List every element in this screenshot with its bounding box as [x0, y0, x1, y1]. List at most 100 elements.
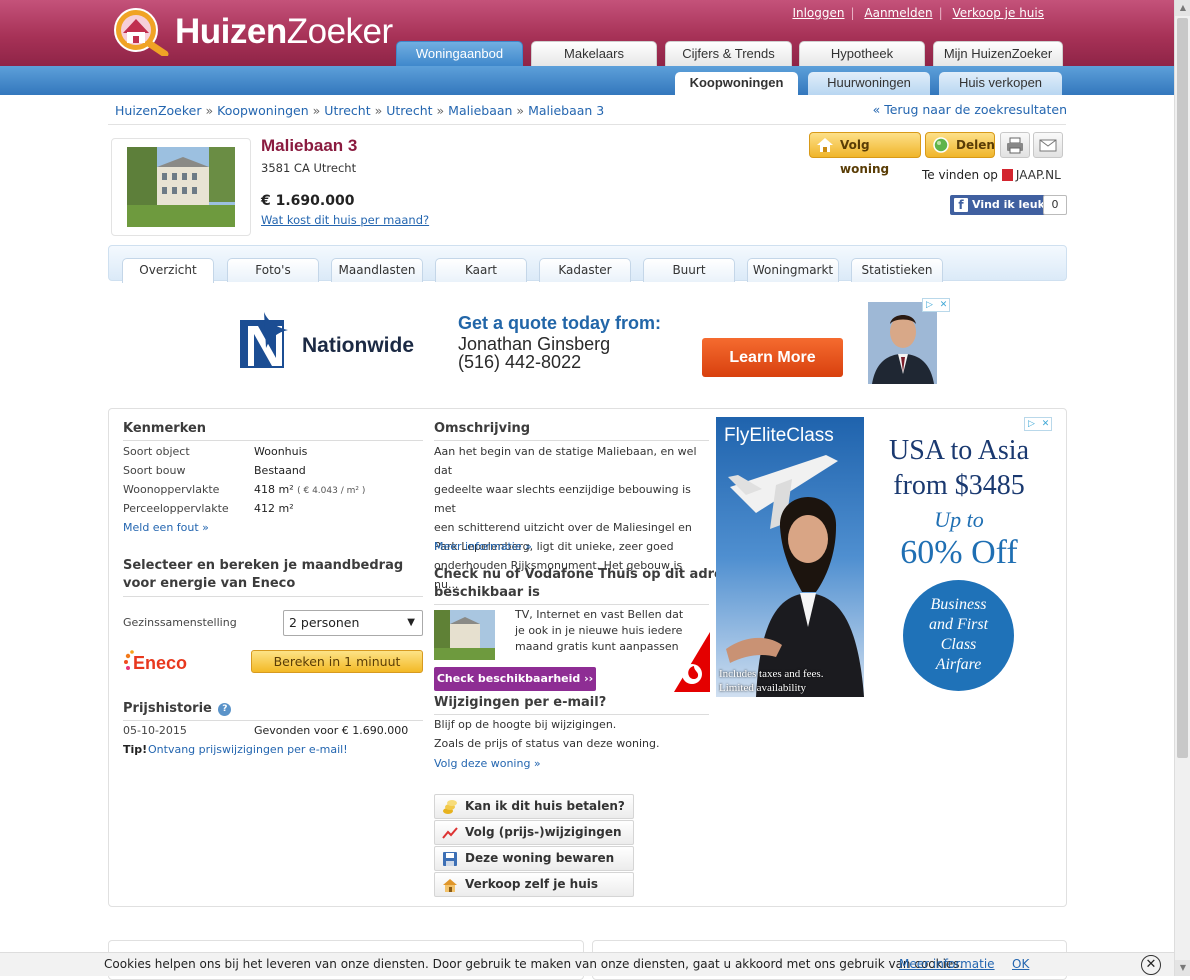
description-title: Omschrijving: [434, 421, 531, 436]
tab-mijn-huizenzoeker[interactable]: Mijn HuizenZoeker: [933, 41, 1063, 66]
tab-woningmarkt[interactable]: Woningmarkt: [747, 258, 839, 282]
breadcrumb-item[interactable]: Maliebaan: [448, 103, 512, 118]
sell-yourself-button[interactable]: Verkoop zelf je huis: [434, 872, 634, 897]
history-event: Gevonden voor € 1.690.000: [254, 724, 409, 737]
vertical-scrollbar[interactable]: ▲ ▼: [1174, 0, 1190, 976]
scrollbar-thumb[interactable]: [1177, 18, 1188, 758]
jaap-link[interactable]: JAAP.NL: [1016, 168, 1061, 182]
ad-choices-icon[interactable]: ▷: [1025, 418, 1038, 431]
tab-koopwoningen[interactable]: Koopwoningen: [675, 72, 798, 95]
more-info-link[interactable]: Meer informatie »: [434, 540, 532, 553]
cookie-ok-link[interactable]: OK: [1012, 953, 1029, 975]
site-header: HuizenZoeker Inloggen | Aanmelden | Verkoo…: [0, 0, 1174, 66]
household-select[interactable]: 2 personen ▼: [283, 610, 423, 636]
scroll-up-arrow-icon[interactable]: ▲: [1175, 0, 1190, 16]
advertisement-banner[interactable]: Nationwide Get a quote today from: Jonat…: [222, 298, 951, 388]
agent-portrait: [868, 302, 937, 384]
tab-woningaanbod[interactable]: Woningaanbod: [396, 41, 523, 66]
divider: [108, 124, 1066, 125]
cookie-message: Cookies helpen ons bij het leveren van o…: [104, 957, 964, 971]
kenmerk-value: 412 m²: [254, 502, 294, 515]
tab-kadaster[interactable]: Kadaster: [539, 258, 631, 282]
price-alert-link[interactable]: Ontvang prijswijzigingen per e-mail!: [148, 743, 348, 756]
flyeliteclass-logo: FlyEliteClass: [724, 425, 834, 446]
ad-close-icon[interactable]: ✕: [937, 299, 950, 312]
household-label: Gezinssamenstelling: [123, 616, 237, 629]
flyeliteclass-ad[interactable]: FlyEliteClass USA to Asia from $3485 Up t…: [716, 417, 1053, 697]
scroll-down-arrow-icon[interactable]: ▼: [1175, 960, 1190, 976]
kenmerk-label: Woonoppervlakte: [123, 483, 220, 496]
dropdown-arrow-icon: ▼: [407, 617, 415, 628]
share-button[interactable]: Delen: [925, 132, 995, 158]
vodafone-text: TV, Internet en vast Bellen dat je ook in…: [515, 608, 684, 653]
divider: [434, 440, 709, 441]
tab-makelaars[interactable]: Makelaars: [531, 41, 657, 66]
breadcrumb-item[interactable]: Utrecht: [386, 103, 432, 118]
site-logo[interactable]: HuizenZoeker: [113, 4, 393, 56]
household-select-value: 2 personen: [289, 615, 360, 630]
tab-buurt[interactable]: Buurt: [643, 258, 735, 282]
follow-property-button[interactable]: Volg woning: [809, 132, 921, 176]
facebook-icon: f: [954, 198, 968, 212]
print-button[interactable]: [1000, 132, 1030, 158]
found-on: Te vinden op JAAP.NL: [922, 168, 1061, 182]
kenmerk-label: Soort bouw: [123, 464, 186, 477]
tab-kaart[interactable]: Kaart: [435, 258, 527, 282]
facebook-like-button[interactable]: f Vind ik leuk: [950, 195, 1050, 215]
email-button[interactable]: [1033, 132, 1063, 158]
follow-changes-button[interactable]: Volg (prijs-)wijzigingen: [434, 820, 634, 845]
tab-hypotheek[interactable]: Hypotheek: [799, 41, 925, 66]
tab-fotos[interactable]: Foto's: [227, 258, 319, 282]
close-icon[interactable]: ✕: [1141, 955, 1161, 975]
report-error-link[interactable]: Meld een fout »: [123, 521, 209, 534]
kenmerk-value: 418 m² ( € 4.043 / m² ): [254, 483, 366, 496]
tip-label: Tip!: [123, 743, 148, 756]
help-icon[interactable]: ?: [218, 703, 232, 716]
share-globe-icon: [933, 137, 949, 153]
property-price: € 1.690.000: [261, 193, 355, 209]
afford-house-button[interactable]: Kan ik dit huis betalen?: [434, 794, 634, 819]
vodafone-logo-icon: [674, 632, 710, 692]
ad-upto: Up to: [934, 507, 984, 532]
learn-more-button[interactable]: Learn More: [702, 338, 843, 377]
found-on-label: Te vinden op: [922, 168, 998, 182]
breadcrumb-item[interactable]: Koopwoningen: [217, 103, 309, 118]
tab-statistieken[interactable]: Statistieken: [851, 258, 943, 282]
property-title: Maliebaan 3: [261, 136, 358, 155]
kenmerk-label: Soort object: [123, 445, 190, 458]
ad-fine-print: Includes taxes and fees. Limited availabi…: [719, 668, 824, 694]
sell-house-link[interactable]: Verkoop je huis: [952, 6, 1044, 20]
businesswoman-airplane-image: [726, 455, 864, 697]
ad-choices-icon[interactable]: ▷: [923, 299, 936, 312]
save-property-button[interactable]: Deze woning bewaren: [434, 846, 634, 871]
monthly-cost-link[interactable]: Wat kost dit huis per maand?: [261, 213, 429, 227]
login-link[interactable]: Inloggen: [792, 6, 844, 20]
ad-choices[interactable]: ▷ ✕: [1024, 417, 1052, 431]
back-to-results-link[interactable]: « Terug naar de zoekresultaten: [873, 102, 1067, 117]
nationwide-logo-text: Nationwide: [302, 334, 414, 357]
ad-close-icon[interactable]: ✕: [1039, 418, 1052, 431]
breadcrumb-item[interactable]: HuizenZoeker: [115, 103, 202, 118]
check-availability-button[interactable]: Check beschikbaarheid ››: [434, 667, 596, 691]
register-link[interactable]: Aanmelden: [864, 6, 932, 20]
breadcrumb-item[interactable]: Utrecht: [324, 103, 370, 118]
calculate-button[interactable]: Bereken in 1 minuut: [251, 650, 423, 673]
tab-huis-verkopen[interactable]: Huis verkopen: [939, 72, 1062, 95]
ad-choices[interactable]: ▷ ✕: [922, 298, 950, 312]
cookie-more-info-link[interactable]: Meer informatie: [899, 953, 995, 975]
afford-house-label: Kan ik dit huis betalen?: [465, 799, 625, 813]
facebook-like-count: 0: [1043, 195, 1067, 215]
divider: [123, 596, 423, 597]
follow-property-link[interactable]: Volg deze woning »: [434, 757, 541, 770]
email-updates-title: Wijzigingen per e-mail?: [434, 695, 607, 710]
tab-huurwoningen[interactable]: Huurwoningen: [808, 72, 930, 95]
eneco-logo-text: Eneco: [133, 653, 187, 673]
history-date: 05-10-2015: [123, 724, 187, 737]
tab-maandlasten[interactable]: Maandlasten: [331, 258, 423, 282]
tab-overzicht[interactable]: Overzicht: [122, 258, 214, 283]
property-thumbnail[interactable]: [111, 138, 251, 236]
house-icon: [817, 138, 833, 152]
tab-cijfers-trends[interactable]: Cijfers & Trends: [665, 41, 792, 66]
breadcrumb-item[interactable]: Maliebaan 3: [528, 103, 604, 118]
facebook-like-label: Vind ik leuk: [972, 198, 1045, 211]
